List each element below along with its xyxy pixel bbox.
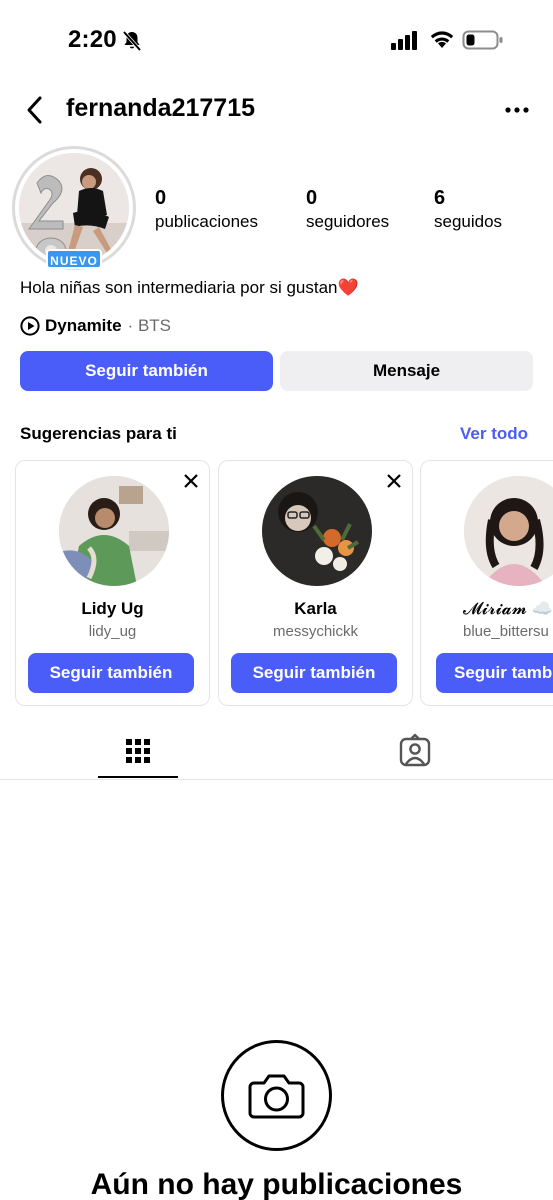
suggestion-follow-button[interactable]: Seguir también: [436, 653, 553, 693]
suggestion-handle: lidy_ug: [88, 623, 137, 640]
suggestion-name: 𝓜𝓲𝓻𝓲𝓪𝓶 ☁️: [463, 599, 553, 618]
tab-posts-grid[interactable]: [98, 722, 178, 780]
active-tab-indicator: [98, 776, 178, 778]
suggestion-handle: blue_bittersu: [463, 623, 549, 640]
song-title: Dynamite: [45, 316, 122, 335]
follow-back-button[interactable]: Seguir también: [20, 351, 273, 391]
more-options-icon[interactable]: [502, 100, 532, 120]
suggestion-name: Karla: [294, 599, 337, 618]
stat-posts-label: publicaciones: [155, 212, 259, 231]
heart-emoji: ❤️: [337, 278, 359, 297]
stat-following-label: seguidos: [434, 212, 503, 231]
suggestion-follow-button[interactable]: Seguir también: [28, 653, 194, 693]
battery-icon: [462, 30, 503, 50]
song-separator: ·: [127, 316, 134, 335]
status-bar: 2:20: [0, 0, 553, 80]
tagged-person-icon: [399, 733, 431, 767]
camera-icon: [248, 1074, 305, 1119]
song-artist: · BTS: [128, 316, 171, 336]
stat-posts[interactable]: 0 publicaciones: [155, 186, 258, 234]
suggestion-card[interactable]: Karla messychickk Seguir también: [218, 460, 413, 706]
suggestions-title: Sugerencias para ti: [20, 424, 177, 443]
empty-state-title: Aún no hay publicaciones: [90, 1168, 463, 1200]
suggestion-card[interactable]: 𝓜𝓲𝓻𝓲𝓪𝓶 ☁️ blue_bittersu Seguir también: [420, 460, 553, 706]
artist-name: BTS: [137, 316, 171, 335]
close-icon[interactable]: [183, 473, 199, 489]
stat-followers-count: 0: [306, 187, 318, 209]
message-button[interactable]: Mensaje: [280, 351, 533, 391]
stat-posts-count: 0: [155, 187, 167, 209]
stat-following-count: 6: [434, 187, 446, 209]
bio-text: Hola niñas son intermediaria por si gust…: [20, 278, 338, 297]
suggestion-handle: messychickk: [272, 623, 358, 640]
back-arrow-icon[interactable]: [22, 94, 48, 126]
stat-followers[interactable]: 0 seguidores: [306, 186, 389, 234]
profile-header: fernanda217715: [0, 80, 553, 140]
suggestion-avatar[interactable]: [59, 476, 169, 586]
bell-slash-icon: [122, 30, 142, 52]
profile-username: fernanda217715: [66, 94, 256, 122]
suggestion-follow-button[interactable]: Seguir también: [231, 653, 397, 693]
cellular-signal-icon: [391, 31, 417, 50]
stat-following[interactable]: 6 seguidos: [434, 186, 502, 234]
empty-state-camera: [221, 1040, 332, 1151]
status-time: 2:20: [68, 26, 117, 53]
suggestion-card[interactable]: Lidy Ug lidy_ug Seguir también: [15, 460, 210, 706]
close-icon[interactable]: [386, 473, 402, 489]
tabs-divider: [0, 779, 553, 780]
grid-icon: [126, 739, 150, 763]
tab-tagged[interactable]: [375, 722, 455, 780]
avatar-photo: [19, 153, 129, 263]
new-badge: NUEVO: [46, 249, 102, 269]
wifi-icon: [430, 31, 454, 48]
see-all-link[interactable]: Ver todo: [460, 424, 528, 444]
suggestion-avatar[interactable]: [464, 476, 553, 586]
profile-music[interactable]: Dynamite · BTS: [20, 314, 171, 338]
suggestion-name: Lidy Ug: [81, 599, 144, 618]
suggestion-avatar[interactable]: [262, 476, 372, 586]
play-circle-icon: [20, 316, 40, 336]
stat-followers-label: seguidores: [306, 212, 390, 231]
profile-bio: Hola niñas son intermediaria por si gust…: [20, 276, 359, 300]
